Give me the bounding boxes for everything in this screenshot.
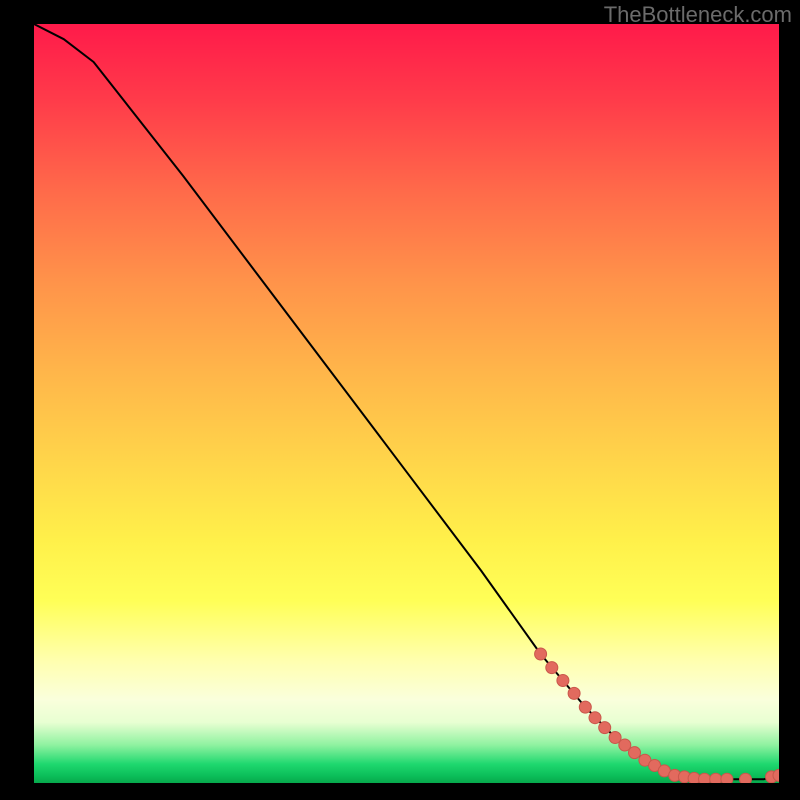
markers-group	[535, 648, 779, 783]
marker-point	[568, 687, 580, 699]
marker-point	[579, 701, 591, 713]
marker-point	[589, 712, 601, 724]
marker-point	[710, 773, 722, 783]
marker-point	[699, 773, 711, 783]
plot-area	[34, 24, 779, 783]
watermark-text: TheBottleneck.com	[604, 2, 792, 28]
marker-point	[599, 722, 611, 734]
curve-line	[34, 24, 779, 779]
chart-frame: TheBottleneck.com	[0, 0, 800, 800]
marker-point	[535, 648, 547, 660]
marker-point	[546, 662, 558, 674]
marker-point	[629, 747, 641, 759]
marker-point	[740, 773, 752, 783]
marker-point	[557, 675, 569, 687]
chart-svg	[34, 24, 779, 783]
marker-point	[721, 773, 733, 783]
